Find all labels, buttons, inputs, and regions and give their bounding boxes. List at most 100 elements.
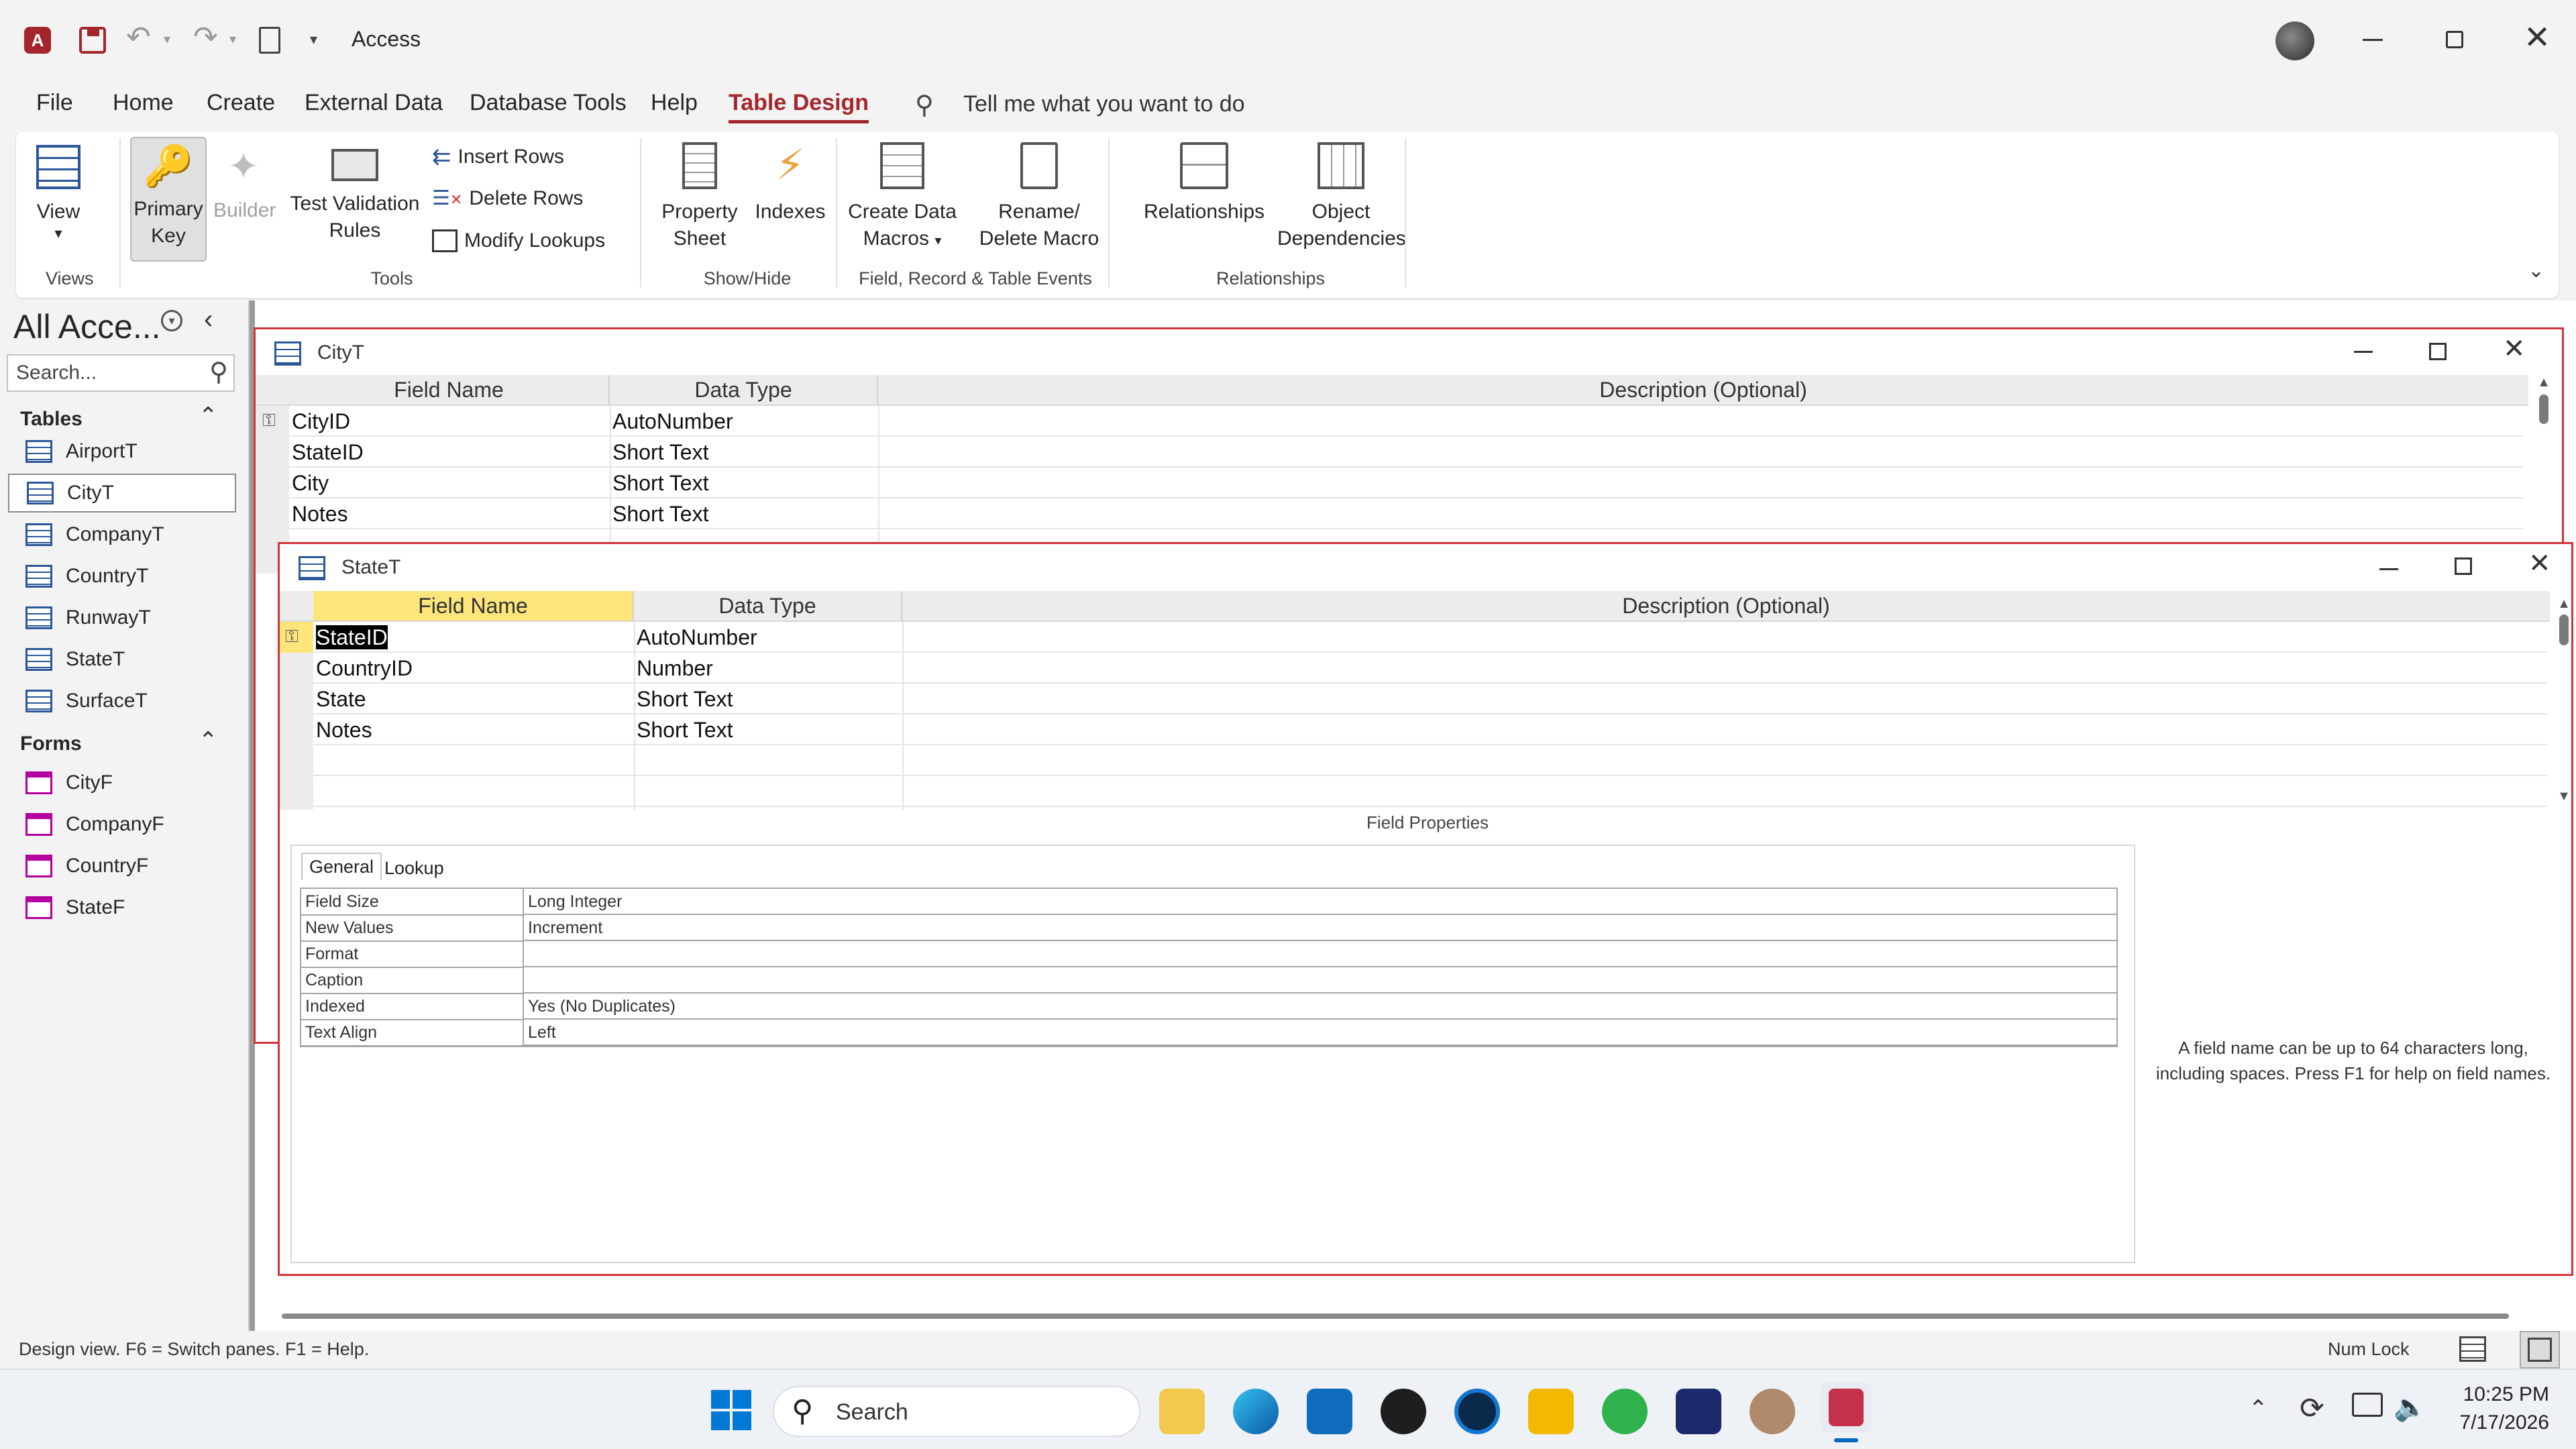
nav-item-table[interactable]: RunwayT [8, 598, 236, 637]
data-type-cell[interactable]: Short Text [612, 468, 708, 498]
close-icon[interactable]: ✕ [2528, 548, 2551, 579]
horizontal-scrollbar[interactable] [282, 1313, 2509, 1319]
tab-file[interactable]: File [36, 90, 73, 116]
undo-icon[interactable]: ↶ [126, 20, 151, 54]
nav-section-forms[interactable]: Forms [20, 733, 82, 755]
nav-item-form[interactable]: CountryF [8, 847, 236, 885]
field-name-cell[interactable]: State [316, 684, 366, 714]
redo-icon[interactable]: ↷ [193, 20, 218, 54]
property-value[interactable] [524, 967, 2116, 994]
windows-start-icon[interactable] [711, 1390, 751, 1430]
rename-delete-macro-button[interactable]: Rename/ Delete Macro [969, 142, 1110, 252]
column-header-data-type[interactable]: Data Type [634, 591, 902, 622]
scroll-up-icon[interactable]: ▲ [2554, 596, 2574, 612]
maximize-icon[interactable] [2455, 557, 2472, 575]
data-type-cell[interactable]: AutoNumber [612, 406, 733, 437]
field-name-cell[interactable]: StateID [316, 625, 388, 649]
tables-collapse-icon[interactable]: ⌃ [199, 402, 218, 429]
show-hidden-icons[interactable]: ⌃ [2249, 1395, 2268, 1422]
file-explorer-icon[interactable] [1159, 1389, 1205, 1434]
nav-section-tables[interactable]: Tables [20, 408, 83, 431]
tab-table-design[interactable]: Table Design [729, 90, 869, 123]
state-table-window[interactable]: StateT ✕ Field Name Data Type Descriptio… [278, 542, 2573, 1276]
tab-home[interactable]: Home [113, 90, 174, 116]
delete-rows-button[interactable]: ☰✕ Delete Rows [432, 186, 583, 210]
property-value[interactable]: Increment [524, 915, 2116, 941]
minimize-icon[interactable] [2354, 351, 2373, 353]
vertical-scrollbar[interactable]: ▲ [2534, 375, 2554, 536]
column-header-description[interactable]: Description (Optional) [878, 375, 2528, 406]
sync-icon[interactable]: ⟳ [2300, 1391, 2324, 1426]
relationships-button[interactable]: Relationships [1127, 142, 1281, 225]
network-icon[interactable] [2352, 1393, 2383, 1417]
nav-item-table[interactable]: SurfaceT [8, 682, 236, 720]
taskbar-search-box[interactable]: ⚲ Search [773, 1386, 1140, 1437]
collapse-nav-icon[interactable]: ‹ [204, 305, 213, 335]
nav-item-table[interactable]: CityT [8, 474, 236, 513]
data-type-cell[interactable]: Short Text [637, 714, 733, 745]
field-name-cell[interactable]: City [292, 468, 329, 498]
user-avatar[interactable] [2275, 21, 2314, 60]
column-header-data-type[interactable]: Data Type [610, 375, 878, 406]
minimize-icon[interactable] [2379, 568, 2398, 570]
field-name-cell[interactable]: Notes [292, 498, 348, 529]
app-green-icon[interactable] [1602, 1389, 1648, 1434]
datasheet-view-icon[interactable] [2459, 1336, 2486, 1362]
data-type-cell[interactable]: Short Text [637, 684, 733, 714]
view-button[interactable]: View ▾ [35, 145, 82, 241]
tab-create[interactable]: Create [207, 90, 275, 116]
data-type-cell[interactable]: Short Text [612, 437, 708, 468]
property-value[interactable]: Yes (No Duplicates) [524, 994, 2116, 1020]
insert-rows-button[interactable]: ⇇ Insert Rows [432, 144, 564, 170]
column-header-field-name[interactable]: Field Name [289, 375, 610, 406]
app-black-icon[interactable] [1381, 1389, 1426, 1434]
nav-search-input[interactable]: Search... [16, 362, 97, 384]
volume-icon[interactable]: 🔈 [2394, 1391, 2427, 1423]
field-name-cell[interactable]: CountryID [316, 653, 413, 684]
column-header-field-name[interactable]: Field Name [313, 591, 634, 622]
app-navy-icon[interactable] [1676, 1389, 1721, 1434]
nav-item-form[interactable]: CityF [8, 763, 236, 802]
property-sheet-button[interactable]: Property Sheet [655, 142, 745, 252]
primary-key-button[interactable]: 🔑 Primary Key [130, 137, 207, 262]
edge-icon[interactable] [1233, 1389, 1279, 1434]
minimize-icon[interactable] [2363, 39, 2383, 41]
property-value[interactable] [524, 941, 2116, 967]
redo-dropdown-icon[interactable]: ▾ [229, 31, 236, 48]
data-type-cell[interactable]: AutoNumber [637, 622, 757, 653]
modify-lookups-button[interactable]: Modify Lookups [432, 229, 605, 252]
access-taskbar-icon[interactable] [1821, 1382, 1872, 1433]
collapse-ribbon-icon[interactable]: ⌄ [2528, 259, 2544, 282]
close-icon[interactable]: ✕ [2503, 333, 2526, 364]
nav-item-table[interactable]: AirportT [8, 432, 236, 471]
tab-lookup[interactable]: Lookup [379, 855, 449, 881]
data-type-cell[interactable]: Short Text [612, 498, 708, 529]
maximize-icon[interactable] [2429, 343, 2447, 360]
indexes-button[interactable]: ⚡ Indexes [750, 142, 830, 225]
scroll-thumb[interactable] [2559, 614, 2569, 645]
app-yellow-icon[interactable] [1528, 1389, 1574, 1434]
field-name-cell[interactable]: Notes [316, 714, 372, 745]
nav-item-form[interactable]: CompanyF [8, 805, 236, 844]
app-dog-icon[interactable] [1750, 1389, 1795, 1434]
nav-item-table[interactable]: CompanyT [8, 515, 236, 554]
test-validation-rules-button[interactable]: Test Validation Rules [284, 142, 425, 244]
scroll-thumb[interactable] [2539, 394, 2548, 424]
nav-item-table[interactable]: StateT [8, 640, 236, 679]
restore-icon[interactable] [2446, 31, 2463, 48]
field-name-cell[interactable]: CityID [292, 406, 350, 437]
data-type-cell[interactable]: Number [637, 653, 713, 684]
outlook-icon[interactable] [1307, 1389, 1352, 1434]
property-value[interactable]: Long Integer [524, 889, 2116, 915]
create-data-macros-button[interactable]: Create Data Macros ▾ [845, 142, 959, 254]
tab-database-tools[interactable]: Database Tools [470, 90, 627, 116]
tell-me-box[interactable]: Tell me what you want to do [963, 91, 1245, 117]
design-view-icon[interactable] [2520, 1331, 2560, 1368]
property-value[interactable]: Left [524, 1020, 2116, 1046]
tab-help[interactable]: Help [651, 90, 698, 116]
nav-options-icon[interactable]: ▾ [161, 310, 182, 331]
vertical-scrollbar[interactable]: ▲ ▼ [2554, 596, 2574, 804]
scroll-up-icon[interactable]: ▲ [2534, 375, 2554, 390]
field-name-cell[interactable]: StateID [292, 437, 364, 468]
tab-external-data[interactable]: External Data [305, 90, 443, 116]
